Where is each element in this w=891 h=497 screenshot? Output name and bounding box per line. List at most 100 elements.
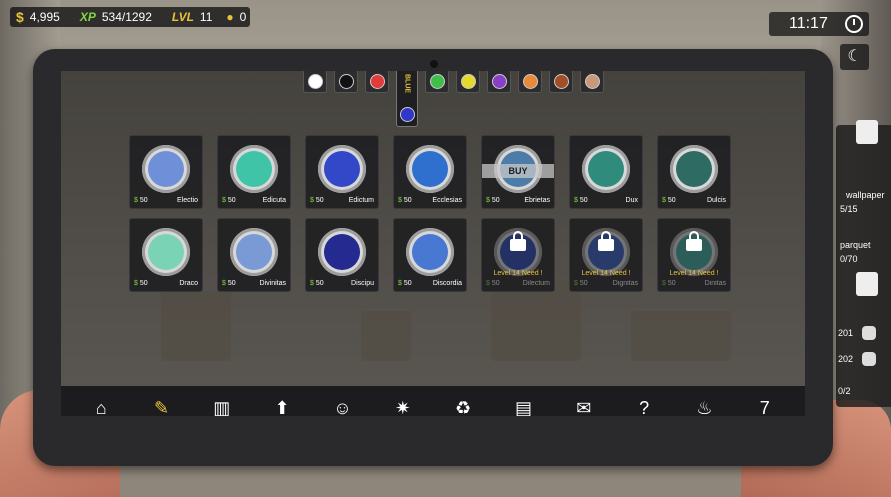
comment-icon: ✉ [576, 397, 592, 417]
tablet-camera [430, 60, 438, 68]
paint-price: $ 50 [310, 197, 324, 204]
paint-name: Dignitas [612, 280, 638, 287]
paint-color [588, 151, 624, 187]
paint-card[interactable]: $ 50 Electio [129, 135, 203, 209]
paint-color [412, 151, 448, 187]
nav-item-paint[interactable]: ✎PAINT [133, 396, 189, 417]
color-tab[interactable] [365, 71, 389, 93]
color-swatch [460, 73, 476, 89]
slot-machine-icon: 7 [759, 397, 770, 417]
paint-price-value: 50 [403, 197, 412, 204]
paint-name: Draco [179, 280, 198, 287]
task-toggle-2[interactable] [862, 352, 876, 366]
nav-item-skill[interactable]: ✷SKILL [375, 396, 431, 417]
paint-card[interactable]: $ 50 Divinitas [217, 218, 291, 292]
paint-card[interactable]: $ 50 Ebrietas BUY [481, 135, 555, 209]
paint-price: $ 50 [662, 280, 676, 287]
nav-item-cook[interactable]: ♨COOK [676, 396, 732, 417]
paint-can-icon [406, 228, 454, 276]
nav-item-worker[interactable]: ☺WORKER [314, 396, 370, 417]
color-swatch [522, 73, 538, 89]
money-value: 4,995 [29, 10, 60, 24]
paint-card[interactable]: $ 50 Discordia [393, 218, 467, 292]
nav-item-parquet[interactable]: ▥PARQUET [194, 396, 250, 417]
paint-card[interactable]: $ 50 Discipu [305, 218, 379, 292]
cook-icon: ♨ [696, 397, 713, 417]
color-tab[interactable] [334, 71, 358, 93]
color-tab-active[interactable]: BLUE [396, 71, 418, 127]
skill-icon: ✷ [395, 397, 411, 417]
lock-icon [598, 231, 614, 251]
paint-price-value: 50 [139, 197, 148, 204]
paint-can-icon [582, 145, 630, 193]
nav-item-upgrade[interactable]: ⬆UPGRADE [254, 396, 310, 417]
color-tab[interactable] [580, 71, 604, 93]
paint-price: $ 50 [310, 280, 324, 287]
paint-card[interactable]: $ 50 Dux [569, 135, 643, 209]
income-icon: ▤ [514, 397, 532, 417]
paint-card: $ 50 Dinitas Level 14 Need ! [657, 218, 731, 292]
level-requirement: Level 14 Need ! [669, 270, 719, 277]
hud-stats-bar: $ 4,995 XP 534/1292 LVL 11 ● 0 [10, 7, 250, 27]
xp-icon: XP [79, 10, 96, 24]
paint-can-icon [318, 228, 366, 276]
color-swatch [369, 73, 385, 89]
task-parquet-count: 0/70 [840, 254, 858, 264]
paint-price-value: 50 [315, 280, 324, 287]
tablet-screen: BLUE $ 50 Electio $ 50 Edicuta $ 50 Edictum $ … [61, 71, 805, 416]
task-clipboard-icon[interactable] [856, 120, 878, 144]
paint-card[interactable]: $ 50 Dulcis [657, 135, 731, 209]
nav-item-income[interactable]: ▤INCOME [495, 396, 551, 417]
color-category-tabs: BLUE [303, 71, 604, 127]
lock-icon [510, 231, 526, 251]
color-tab[interactable] [518, 71, 542, 93]
nav-item-luckgame[interactable]: 7LUCKGAME [737, 396, 793, 417]
color-swatch [429, 73, 445, 89]
paint-price-value: 50 [315, 197, 324, 204]
game-clock: 11:17 [769, 12, 869, 36]
parquet-icon: ▥ [213, 397, 231, 417]
nav-item-mystery[interactable]: ?MYSTERY [616, 396, 672, 417]
money-icon: $ [16, 9, 24, 25]
nav-item-garbage[interactable]: ♻GARBAGE [435, 396, 491, 417]
paint-can-icon [142, 145, 190, 193]
paint-price: $ 50 [486, 197, 500, 204]
paint-card[interactable]: $ 50 Ecclesias [393, 135, 467, 209]
paint-price: $ 50 [134, 280, 148, 287]
nav-item-comment[interactable]: ✉COMMENT [556, 396, 612, 417]
paint-name: Dulcis [706, 197, 726, 204]
color-tab[interactable] [487, 71, 511, 93]
level-requirement: Level 14 Need ! [493, 270, 543, 277]
color-tab[interactable] [456, 71, 480, 93]
night-mode-icon[interactable]: ☾ [840, 44, 869, 70]
mystery-icon: ? [639, 397, 650, 417]
task-row-1: 201 [838, 328, 854, 338]
nav-item-home[interactable]: ⌂HOME [73, 396, 129, 417]
paint-name: Dux [625, 197, 638, 204]
task-toggle-1[interactable] [862, 326, 876, 340]
paint-card[interactable]: $ 50 Edicuta [217, 135, 291, 209]
paint-price-value: 50 [491, 280, 500, 287]
paint-card[interactable]: $ 50 Draco [129, 218, 203, 292]
paint-card: $ 50 Dignitas Level 14 Need ! [569, 218, 643, 292]
paint-can-icon [406, 145, 454, 193]
garbage-truck-icon: ♻ [455, 397, 472, 417]
buy-button[interactable]: BUY [482, 164, 554, 178]
color-tab[interactable] [549, 71, 573, 93]
color-tab[interactable] [425, 71, 449, 93]
paint-name: Electio [176, 197, 198, 204]
paint-name: Discordia [432, 280, 462, 287]
paint-price: $ 50 [222, 280, 236, 287]
paint-price: $ 50 [398, 280, 412, 287]
paint-price-value: 50 [491, 197, 500, 204]
paint-name: Ecclesias [432, 197, 462, 204]
color-tab[interactable] [303, 71, 327, 93]
paint-can-icon [230, 228, 278, 276]
paint-price-value: 50 [579, 280, 588, 287]
level-icon: LVL [171, 10, 194, 24]
paint-price-value: 50 [403, 280, 412, 287]
paint-color [148, 234, 184, 270]
task-clipboard-icon-2[interactable] [856, 272, 878, 296]
paint-color [236, 151, 272, 187]
paint-card[interactable]: $ 50 Edictum [305, 135, 379, 209]
